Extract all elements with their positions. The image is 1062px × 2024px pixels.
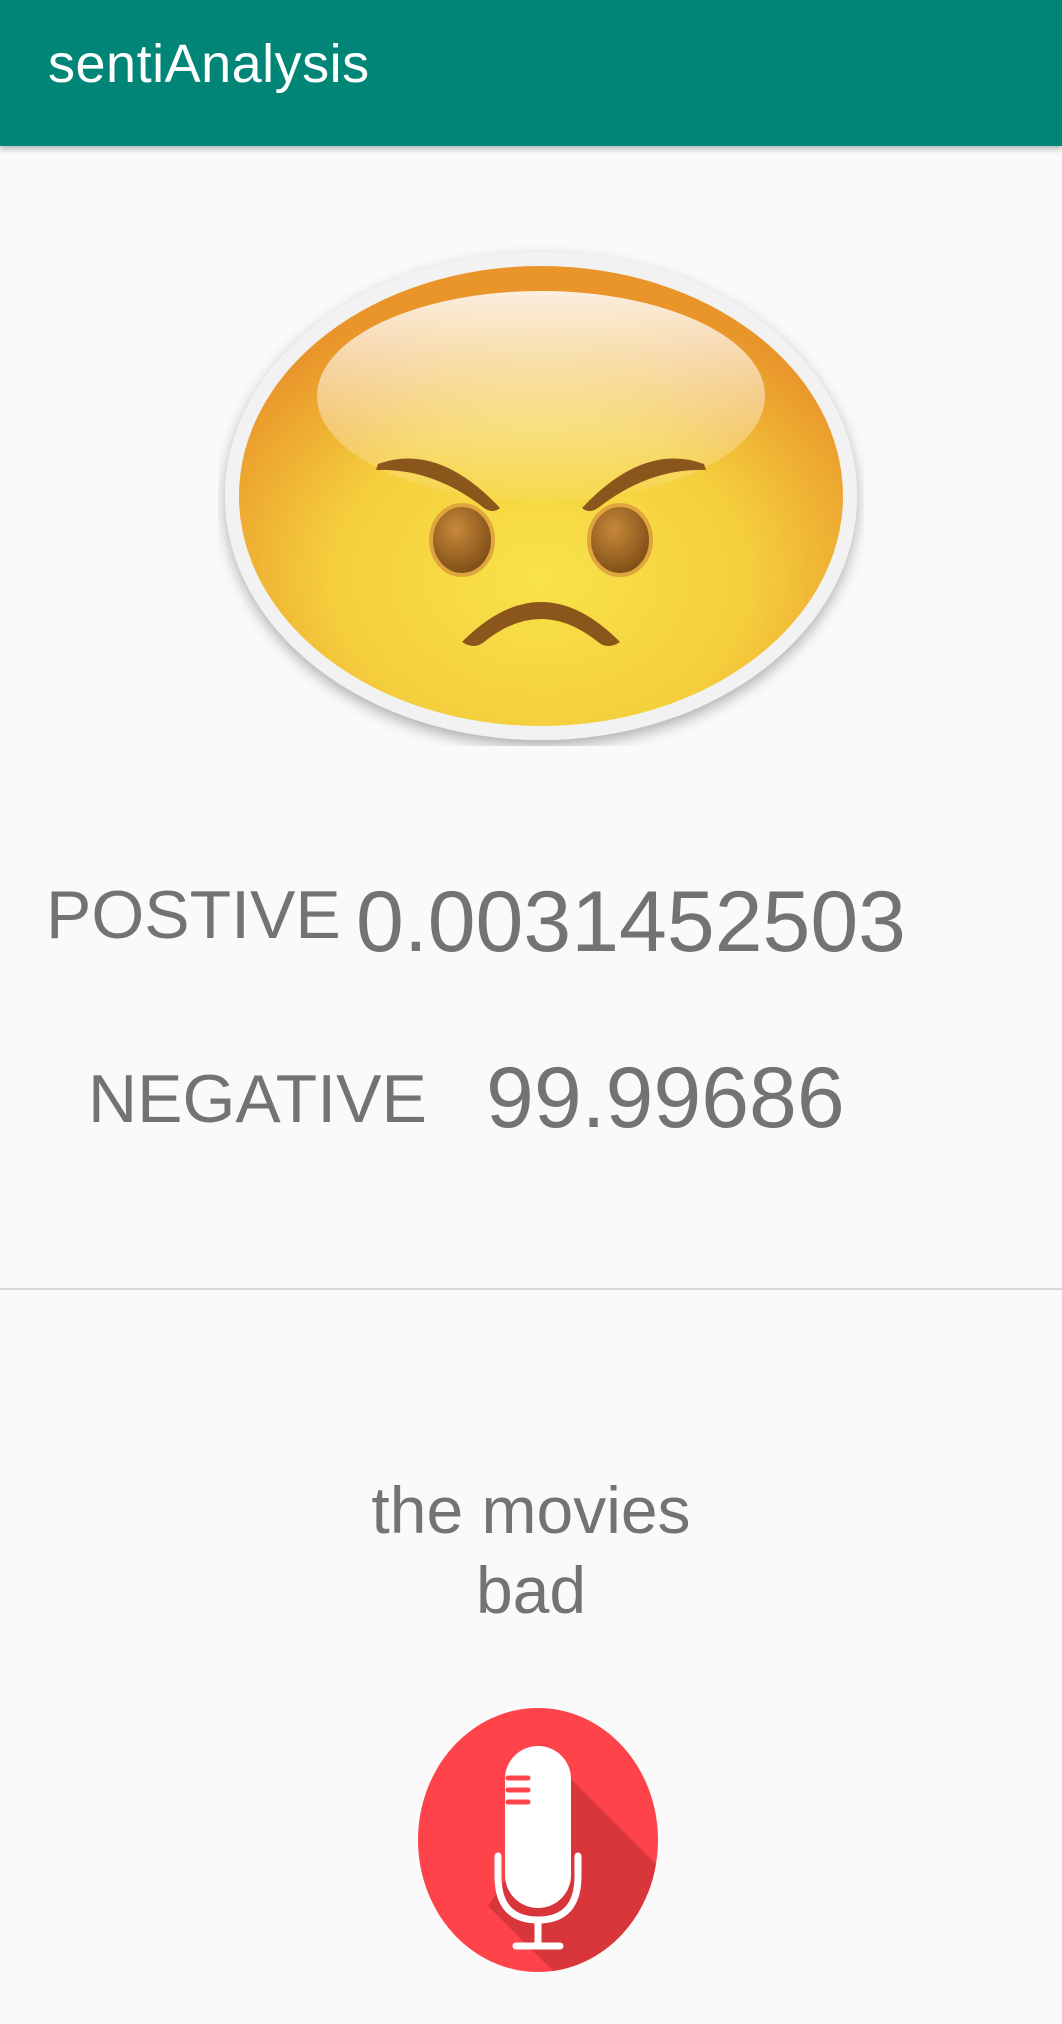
- app-title: sentiAnalysis: [48, 34, 370, 94]
- positive-score: 0.0031452503: [356, 874, 907, 970]
- positive-label: POSTIVE: [46, 877, 341, 953]
- recognized-speech-line: bad: [475, 1553, 587, 1627]
- recognized-speech-line: the movies: [371, 1473, 691, 1547]
- divider: [0, 1288, 1062, 1290]
- microphone-icon: [418, 1708, 658, 1972]
- recognized-speech-text: the movies bad: [281, 1470, 781, 1630]
- angry-face-icon: [218, 246, 864, 746]
- negative-score: 99.99686: [486, 1050, 845, 1146]
- negative-label: NEGATIVE: [88, 1061, 427, 1137]
- app-bar: sentiAnalysis: [0, 0, 1062, 146]
- microphone-button[interactable]: [416, 1706, 660, 1974]
